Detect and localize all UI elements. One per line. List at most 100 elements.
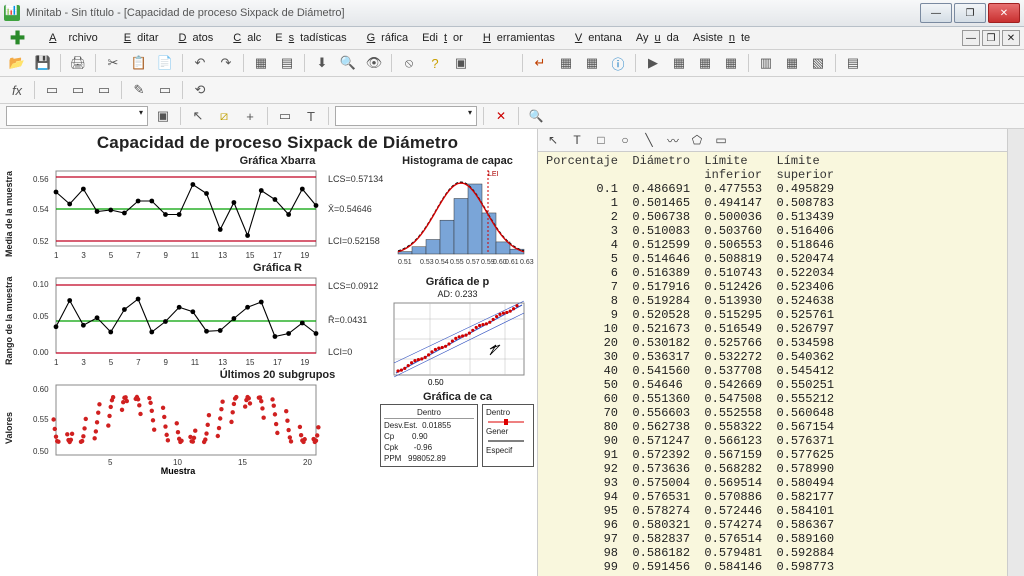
tb-a-icon[interactable]: ▦ — [555, 52, 577, 74]
menu-editar[interactable]: Editar — [112, 30, 165, 46]
cancel-icon[interactable]: ⦸ — [398, 52, 420, 74]
svg-text:5: 5 — [109, 251, 114, 260]
menu-archivo[interactable]: Archivo — [37, 30, 110, 46]
cut-icon[interactable]: ✂ — [102, 52, 124, 74]
pointer-icon[interactable]: ↖ — [187, 105, 209, 127]
f3-icon[interactable]: ▭ — [67, 79, 89, 101]
svg-text:0.54: 0.54 — [435, 259, 449, 266]
save-icon[interactable]: 💾 — [32, 52, 54, 74]
undo-icon[interactable]: ↶ — [189, 52, 211, 74]
findnext-icon[interactable]: 👁 — [363, 52, 385, 74]
crosshair-icon[interactable]: + — [239, 105, 261, 127]
tb-j-icon[interactable]: ▧ — [807, 52, 829, 74]
tb-g-icon[interactable]: ▦ — [720, 52, 742, 74]
capability-bars: Dentro Gener Especif — [482, 404, 534, 467]
svg-text:0.53: 0.53 — [420, 259, 434, 266]
f4-icon[interactable]: ▭ — [93, 79, 115, 101]
mdi-minimize[interactable]: — — [962, 30, 980, 46]
svg-text:15: 15 — [246, 358, 255, 367]
maximize-button[interactable]: ❐ — [954, 3, 986, 23]
form-a-icon[interactable]: ▭ — [274, 105, 296, 127]
help-icon[interactable]: ? — [424, 52, 446, 74]
marker-icon[interactable]: ▭ — [712, 132, 730, 148]
mdi-restore[interactable]: ❐ — [982, 30, 1000, 46]
svg-text:5: 5 — [109, 358, 114, 367]
clear-icon[interactable]: ✕ — [490, 105, 512, 127]
scrollbar[interactable] — [1007, 129, 1024, 576]
tb-c-icon[interactable]: ⓘ — [607, 52, 629, 74]
redo-icon[interactable]: ↷ — [215, 52, 237, 74]
capability-legend: Dentro Desv.Est. 0.01855 Cp 0.90 Cpk -0.… — [380, 404, 478, 467]
polygon-icon[interactable]: ⬠ — [688, 132, 706, 148]
form-b-icon[interactable]: T — [300, 105, 322, 127]
mdi-close[interactable]: ✕ — [1002, 30, 1020, 46]
combo-go-icon[interactable]: ▣ — [152, 105, 174, 127]
zoom-icon[interactable]: 🔍 — [525, 105, 547, 127]
text-icon[interactable]: T — [568, 132, 586, 148]
sel-icon[interactable]: ↖ — [544, 132, 562, 148]
svg-text:7: 7 — [136, 251, 141, 260]
svg-text:11: 11 — [191, 251, 200, 260]
prob-chart[interactable]: 0.50 — [380, 299, 530, 387]
paste-icon[interactable]: 📄 — [154, 52, 176, 74]
tb-k-icon[interactable]: ▤ — [842, 52, 864, 74]
app-icon — [4, 5, 20, 21]
menu-asistente[interactable]: Asistente — [687, 30, 756, 46]
tb-h-icon[interactable]: ▥ — [755, 52, 777, 74]
menu-grafica[interactable]: Gráfica — [355, 30, 414, 46]
tb-d-icon[interactable]: ▶ — [642, 52, 664, 74]
svg-text:0.52: 0.52 — [33, 237, 49, 246]
close-button[interactable]: ✕ — [988, 3, 1020, 23]
r-chart[interactable]: 0.100.050.00 135791113151719 — [28, 275, 328, 367]
toolbar-graph: ▣ ↖ ⧄ + ▭ T ✕ 🔍 — [0, 104, 1024, 129]
percentile-table[interactable]: Porcentaje Diámetro Límite Límite inferi… — [538, 152, 1007, 576]
menu-calc[interactable]: Calc — [221, 30, 267, 46]
hist-chart[interactable]: 0.510.530.540.550.570.590.600.610.63 LEI — [380, 168, 530, 268]
menu-estadisticas[interactable]: Estadísticas — [269, 30, 352, 46]
menu-editor[interactable]: Editor — [416, 30, 469, 46]
find-icon[interactable]: 🔍 — [337, 52, 359, 74]
xbar-chart[interactable]: 0.560.540.52 135791113151719 — [28, 168, 328, 260]
menu-datos[interactable]: Datos — [167, 30, 220, 46]
svg-text:17: 17 — [273, 358, 282, 367]
line-icon[interactable]: ╲ — [640, 132, 658, 148]
minimize-button[interactable]: — — [920, 3, 952, 23]
polyline-icon[interactable]: 〰 — [664, 132, 682, 148]
copy-icon[interactable]: 📋 — [128, 52, 150, 74]
print-icon[interactable]: 🖨 — [67, 52, 89, 74]
f5-icon[interactable]: ✎ — [128, 79, 150, 101]
manage-icon[interactable]: ▣ — [450, 52, 472, 74]
circle-icon[interactable]: ○ — [616, 132, 634, 148]
svg-text:15: 15 — [246, 251, 255, 260]
fx-icon[interactable]: fx — [6, 79, 28, 101]
menu-herramientas[interactable]: Herramientas — [471, 30, 561, 46]
svg-text:17: 17 — [273, 251, 282, 260]
f7-icon[interactable]: ⟲ — [189, 79, 211, 101]
session-icon[interactable]: ▦ — [250, 52, 272, 74]
arrowdown-icon[interactable]: ⬇ — [311, 52, 333, 74]
svg-text:0.50: 0.50 — [33, 447, 49, 456]
open-icon[interactable]: 📂 — [6, 52, 28, 74]
tb-b-icon[interactable]: ▦ — [581, 52, 603, 74]
menu-ayuda[interactable]: Ayuda — [630, 30, 685, 46]
tb-e-icon[interactable]: ▦ — [668, 52, 690, 74]
svg-text:1: 1 — [54, 358, 59, 367]
brush-icon[interactable]: ⧄ — [213, 105, 235, 127]
f6-icon[interactable]: ▭ — [154, 79, 176, 101]
menu-ventana[interactable]: Ventana — [563, 30, 628, 46]
tb-f-icon[interactable]: ▦ — [694, 52, 716, 74]
variable2-combo[interactable] — [335, 106, 477, 126]
f2-icon[interactable]: ▭ — [41, 79, 63, 101]
plus-icon[interactable]: ✚ — [4, 26, 31, 51]
cap-title: Gráfica de ca — [380, 391, 535, 403]
r-ylabel: Rango de la muestra — [4, 275, 14, 367]
graph-pane: Capacidad de proceso Sixpack de Diámetro… — [0, 129, 538, 576]
last20-chart[interactable]: 0.600.550.50 5101520 Muestra — [28, 382, 328, 474]
worksheet-icon[interactable]: ▤ — [276, 52, 298, 74]
last-dialog-icon[interactable]: ↵ — [529, 52, 551, 74]
tb-i-icon[interactable]: ▦ — [781, 52, 803, 74]
r-mean: R̄=0.0431 — [328, 315, 367, 325]
svg-text:11: 11 — [191, 358, 200, 367]
rect-icon[interactable]: □ — [592, 132, 610, 148]
variable-combo[interactable] — [6, 106, 148, 126]
